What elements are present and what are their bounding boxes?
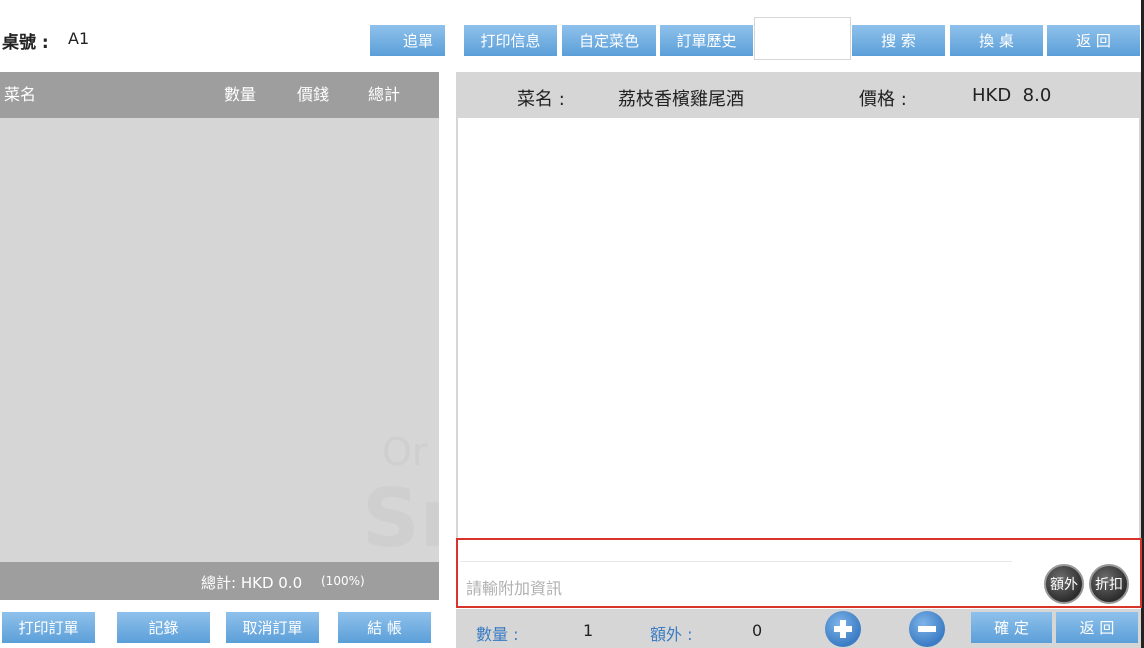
watermark-logo-large: Sr xyxy=(362,472,439,564)
search-button[interactable]: 搜 索 xyxy=(852,25,945,56)
quantity-value: 1 xyxy=(583,621,594,640)
table-number-value: A1 xyxy=(68,29,90,48)
custom-dish-button[interactable]: 自定菜色 xyxy=(562,25,656,56)
records-button[interactable]: 記錄 xyxy=(117,612,210,643)
dish-price-value: HKD 8.0 xyxy=(972,85,1052,106)
column-header-quantity: 數量 xyxy=(224,85,257,104)
order-total-bar: 總計: HKD 0.0 (100%) xyxy=(0,562,439,600)
print-info-button[interactable]: 打印信息 xyxy=(464,25,557,56)
extra-button[interactable]: 額外 xyxy=(1044,564,1084,604)
note-input[interactable]: 請輸附加資訊 xyxy=(460,561,1012,605)
note-input-placeholder: 請輸附加資訊 xyxy=(466,579,563,598)
confirm-button[interactable]: 確 定 xyxy=(971,612,1052,643)
order-total-text: 總計: HKD 0.0 xyxy=(201,574,303,592)
add-order-button[interactable]: 追單 xyxy=(370,25,445,56)
order-list-header: 菜名 數量 價錢 總計 xyxy=(0,72,439,118)
minus-icon[interactable] xyxy=(909,611,945,647)
column-header-price: 價錢 xyxy=(297,85,330,104)
quantity-label: 數量 : xyxy=(476,625,519,644)
discount-button[interactable]: 折扣 xyxy=(1089,564,1129,604)
checkout-button[interactable]: 結 帳 xyxy=(338,612,431,643)
extra-value: 0 xyxy=(752,621,763,640)
watermark-logo: Or xyxy=(382,430,428,472)
table-number-label: 桌號 : xyxy=(2,33,49,53)
column-header-total: 總計 xyxy=(368,85,401,104)
quantity-bar: 數量 : 1 額外 : 0 確 定 返 回 xyxy=(456,609,1141,648)
note-area-highlight: 請輸附加資訊 額外 折扣 xyxy=(456,538,1142,608)
print-order-button[interactable]: 打印訂單 xyxy=(2,612,95,643)
change-table-button[interactable]: 換 桌 xyxy=(950,25,1043,56)
dish-detail-panel: 菜名 : 荔枝香檳雞尾酒 價格 : HKD 8.0 xyxy=(456,72,1141,538)
extra-label: 額外 : xyxy=(650,625,693,644)
dish-name-label: 菜名 : xyxy=(517,89,565,110)
back-button-bottom[interactable]: 返 回 xyxy=(1056,612,1138,643)
back-button-top[interactable]: 返 回 xyxy=(1047,25,1140,56)
dish-name-value: 荔枝香檳雞尾酒 xyxy=(618,89,744,110)
order-list-panel: 菜名 數量 價錢 總計 Or Sr 總計: HKD 0.0 (100%) xyxy=(0,72,439,600)
column-header-dish: 菜名 xyxy=(4,85,37,104)
search-input[interactable] xyxy=(754,17,851,60)
top-bar: 桌號 : A1 追單 打印信息 自定菜色 訂單歷史 搜 索 換 桌 返 回 xyxy=(0,0,1144,72)
order-history-button[interactable]: 訂單歷史 xyxy=(660,25,753,56)
dish-price-label: 價格 : xyxy=(859,89,907,110)
cancel-order-button[interactable]: 取消訂單 xyxy=(226,612,319,643)
order-total-percent: (100%) xyxy=(321,574,365,588)
dish-info-header: 菜名 : 荔枝香檳雞尾酒 價格 : HKD 8.0 xyxy=(458,72,1139,118)
dish-options-area[interactable] xyxy=(458,118,1139,538)
plus-icon[interactable] xyxy=(825,611,861,647)
